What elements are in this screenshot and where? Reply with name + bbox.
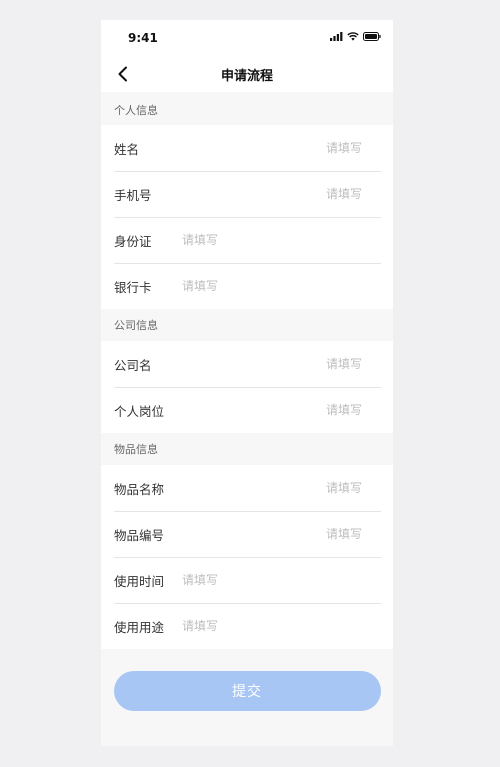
- submit-area: 提交: [101, 649, 393, 711]
- field-label-bank-card: 银行卡: [114, 279, 152, 295]
- form-row-item-number: 物品编号: [101, 511, 393, 557]
- back-button[interactable]: [111, 62, 135, 86]
- battery-icon: [363, 32, 381, 41]
- section-header-company: 公司信息: [101, 309, 393, 341]
- form-group-personal: 姓名 手机号 身份证 银行卡: [101, 125, 393, 309]
- form-row-name: 姓名: [101, 125, 393, 171]
- phone-input[interactable]: [242, 184, 362, 204]
- item-name-input[interactable]: [242, 478, 362, 498]
- field-label-item-name: 物品名称: [114, 481, 165, 497]
- form-row-position: 个人岗位: [101, 387, 393, 433]
- bank-card-input[interactable]: [182, 276, 332, 296]
- nav-bar: 申请流程: [101, 56, 393, 92]
- position-input[interactable]: [242, 400, 362, 420]
- company-name-input[interactable]: [242, 354, 362, 374]
- form-row-use-purpose: 使用用途: [101, 603, 393, 649]
- field-label-name: 姓名: [114, 141, 140, 157]
- field-label-id-card: 身份证: [114, 233, 152, 249]
- form-row-item-name: 物品名称: [101, 465, 393, 511]
- form-row-use-time: 使用时间: [101, 557, 393, 603]
- form-row-phone: 手机号: [101, 171, 393, 217]
- form-row-company-name: 公司名: [101, 341, 393, 387]
- field-label-use-purpose: 使用用途: [114, 619, 165, 635]
- field-label-company-name: 公司名: [114, 357, 152, 373]
- form-row-bank-card: 银行卡: [101, 263, 393, 309]
- use-purpose-input[interactable]: [182, 616, 332, 636]
- page-title: 申请流程: [220, 68, 273, 84]
- section-header-item: 物品信息: [101, 433, 393, 465]
- field-label-item-number: 物品编号: [114, 527, 165, 543]
- status-bar: 9:41: [101, 20, 393, 56]
- field-label-position: 个人岗位: [114, 403, 165, 419]
- section-header-personal: 个人信息: [101, 92, 393, 125]
- phone-screen: 9:41 申请流程 个人信息 姓名 请填写 手机号 请填写 身份证 请填写 银行…: [101, 20, 393, 746]
- use-time-input[interactable]: [182, 570, 332, 590]
- name-input[interactable]: [242, 138, 362, 158]
- submit-button[interactable]: 提交: [113, 671, 381, 711]
- form-row-id-card: 身份证: [101, 217, 393, 263]
- wifi-icon: [347, 32, 359, 41]
- form-group-company: 公司名 个人岗位: [101, 341, 393, 433]
- field-label-use-time: 使用时间: [114, 573, 165, 589]
- signal-icon: [330, 32, 343, 41]
- form-group-item: 物品名称 物品编号 使用时间 使用用途: [101, 465, 393, 649]
- status-icons: [330, 32, 381, 41]
- field-label-phone: 手机号: [114, 187, 152, 203]
- id-card-input[interactable]: [182, 230, 332, 250]
- chevron-left-icon: [118, 66, 127, 82]
- item-number-input[interactable]: [242, 524, 362, 544]
- status-time: 9:41: [128, 31, 158, 45]
